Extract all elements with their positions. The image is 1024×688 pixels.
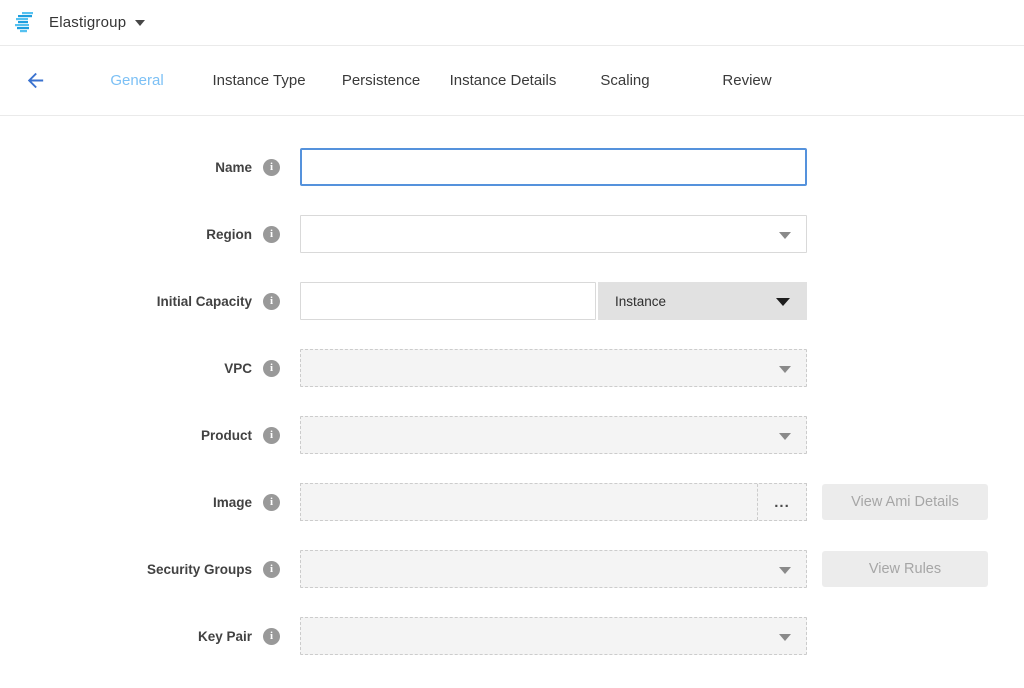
tab-general[interactable]: General xyxy=(76,66,198,95)
security-groups-select[interactable] xyxy=(300,550,807,588)
image-input[interactable]: ... xyxy=(300,483,807,521)
product-label: Product xyxy=(201,428,252,443)
tab-scaling[interactable]: Scaling xyxy=(564,66,686,95)
info-icon[interactable]: i xyxy=(263,427,280,444)
tab-instance-type[interactable]: Instance Type xyxy=(198,66,320,95)
name-input[interactable] xyxy=(300,148,807,186)
vpc-select[interactable] xyxy=(300,349,807,387)
key-pair-select[interactable] xyxy=(300,617,807,655)
info-icon[interactable]: i xyxy=(263,159,280,176)
dropdown-caret-icon xyxy=(779,567,791,574)
key-pair-label: Key Pair xyxy=(198,629,252,644)
info-icon[interactable]: i xyxy=(263,226,280,243)
capacity-unit-value: Instance xyxy=(615,294,666,309)
tab-instance-details[interactable]: Instance Details xyxy=(442,66,564,95)
key-pair-row: Key Pair i xyxy=(0,617,1024,655)
dropdown-caret-icon xyxy=(776,298,790,306)
tab-persistence[interactable]: Persistence xyxy=(320,66,442,95)
image-browse-button[interactable]: ... xyxy=(757,484,806,520)
tab-review[interactable]: Review xyxy=(686,66,808,95)
chevron-down-icon xyxy=(135,20,145,26)
region-row: Region i xyxy=(0,215,1024,253)
initial-capacity-input[interactable] xyxy=(300,282,596,320)
dropdown-caret-icon xyxy=(779,433,791,440)
info-icon[interactable]: i xyxy=(263,561,280,578)
name-label: Name xyxy=(215,160,252,175)
region-select[interactable] xyxy=(300,215,807,253)
vpc-row: VPC i xyxy=(0,349,1024,387)
vpc-label: VPC xyxy=(224,361,252,376)
product-select[interactable] xyxy=(300,416,807,454)
elastigroup-logo-icon xyxy=(13,12,38,34)
region-label: Region xyxy=(206,227,252,242)
info-icon[interactable]: i xyxy=(263,360,280,377)
security-groups-label: Security Groups xyxy=(147,562,252,577)
info-icon[interactable]: i xyxy=(263,293,280,310)
view-ami-details-button[interactable]: View Ami Details xyxy=(822,484,988,520)
image-row: Image i ... View Ami Details xyxy=(0,483,1024,521)
name-row: Name i xyxy=(0,148,1024,186)
dropdown-caret-icon xyxy=(779,634,791,641)
dropdown-caret-icon xyxy=(779,366,791,373)
app-header: Elastigroup xyxy=(0,0,1024,46)
initial-capacity-row: Initial Capacity i Instance xyxy=(0,282,1024,320)
info-icon[interactable]: i xyxy=(263,494,280,511)
capacity-unit-select[interactable]: Instance xyxy=(598,282,807,320)
elastigroup-menu[interactable]: Elastigroup xyxy=(13,12,145,34)
arrow-back-icon xyxy=(24,69,47,92)
back-button[interactable] xyxy=(22,68,48,94)
product-row: Product i xyxy=(0,416,1024,454)
wizard-tabs: General Instance Type Persistence Instan… xyxy=(76,66,808,95)
dropdown-caret-icon xyxy=(779,232,791,239)
wizard-tabbar: General Instance Type Persistence Instan… xyxy=(0,46,1024,116)
app-title: Elastigroup xyxy=(49,14,126,31)
security-groups-row: Security Groups i View Rules xyxy=(0,550,1024,588)
image-label: Image xyxy=(213,495,252,510)
view-rules-button[interactable]: View Rules xyxy=(822,551,988,587)
info-icon[interactable]: i xyxy=(263,628,280,645)
initial-capacity-label: Initial Capacity xyxy=(157,294,252,309)
general-form: Name i Region i Initial Capacity i Insta… xyxy=(0,116,1024,655)
